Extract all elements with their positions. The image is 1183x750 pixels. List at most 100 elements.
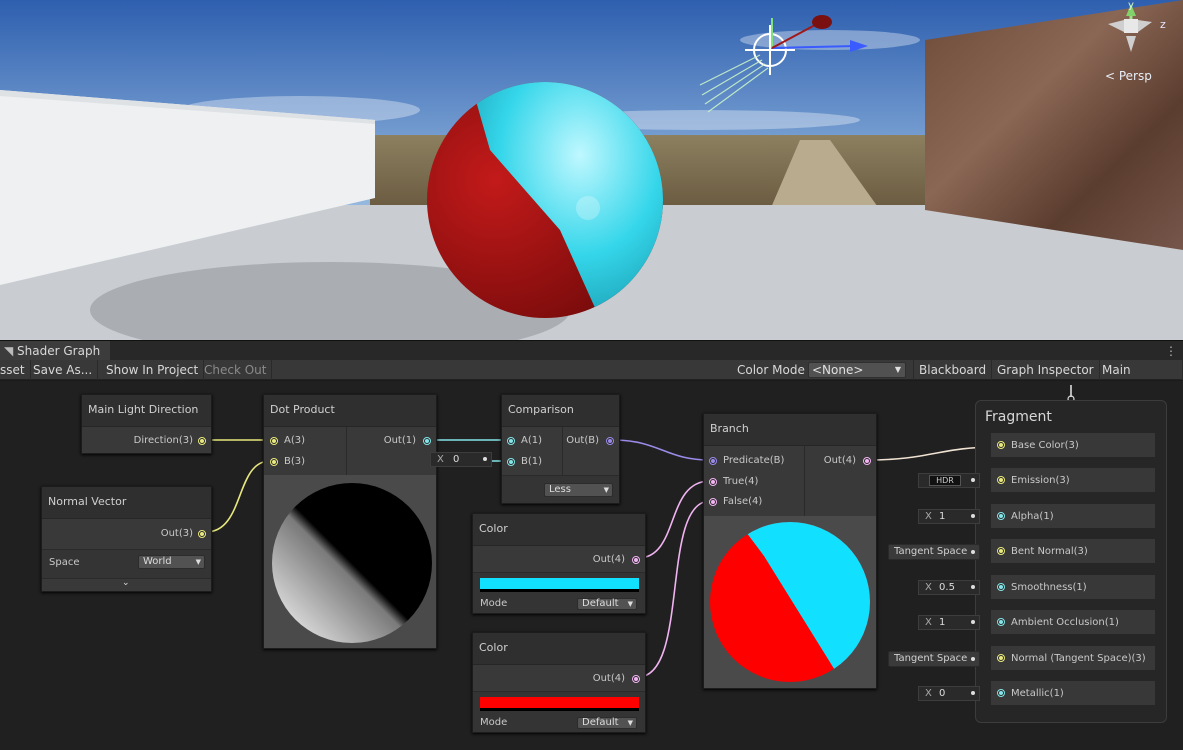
node-title: Normal Vector	[42, 487, 211, 519]
ao-value: 1	[939, 617, 946, 628]
slot-label: Smoothness(1)	[1011, 582, 1087, 593]
scene-view[interactable]: y z < Persp	[0, 0, 1183, 340]
emission-hdr-field[interactable]: HDR	[918, 473, 980, 488]
smoothness-value: 0.5	[939, 582, 955, 593]
color-node-cyan[interactable]: Color Out(4) Mode Default ▼	[472, 513, 646, 614]
dot-b-label: B(3)	[284, 456, 306, 467]
comparison-output-port[interactable]	[606, 437, 614, 445]
perspective-toggle[interactable]: < Persp	[1105, 69, 1152, 83]
main-light-direction-node[interactable]: Main Light Direction Direction(3)	[81, 394, 212, 454]
color-swatch-cyan[interactable]	[480, 578, 639, 592]
branch-output-label: Out(4)	[823, 455, 856, 466]
blackboard-toggle[interactable]: Blackboard	[913, 360, 993, 380]
x-label: X	[925, 688, 932, 699]
normal-tangent-port[interactable]	[997, 654, 1005, 662]
normal-tangent-slot[interactable]: Normal (Tangent Space)(3)	[990, 645, 1156, 671]
check-out-button[interactable]: Check Out	[199, 360, 273, 380]
slot-label: Metallic(1)	[1011, 688, 1064, 699]
dot-a-input-port[interactable]	[270, 437, 278, 445]
node-title: Color	[473, 633, 645, 665]
dot-b-input-port[interactable]	[270, 458, 278, 466]
tab-title: Shader Graph	[17, 344, 101, 358]
smoothness-slot[interactable]: Smoothness(1)	[990, 574, 1156, 600]
normal-output-label: Out(3)	[160, 528, 193, 539]
ambient-occlusion-slot[interactable]: Ambient Occlusion(1)	[990, 609, 1156, 635]
chevron-down-icon: ▼	[894, 365, 901, 374]
bent-normal-space-field[interactable]: Tangent Space	[888, 544, 980, 560]
node-title: Color	[473, 514, 645, 546]
direction-output-port[interactable]	[198, 437, 206, 445]
normal-space-field[interactable]: Tangent Space	[888, 651, 980, 667]
comparison-node[interactable]: Comparison A(1) B(1) Out(B) Less ▼	[501, 394, 620, 504]
alpha-inline-field[interactable]: X 1	[918, 509, 980, 524]
shader-graph-icon: ◥	[4, 344, 18, 358]
chevron-down-icon: ▼	[603, 486, 609, 494]
predicate-input-port[interactable]	[709, 457, 717, 465]
alpha-slot[interactable]: Alpha(1)	[990, 503, 1156, 529]
color-node-red[interactable]: Color Out(4) Mode Default ▼	[472, 632, 646, 733]
bent-normal-slot[interactable]: Bent Normal(3)	[990, 538, 1156, 564]
mode-dropdown[interactable]: Default ▼	[577, 717, 637, 729]
node-title: Comparison	[502, 395, 619, 427]
ambient-occlusion-inline-field[interactable]: X 1	[918, 615, 980, 630]
collapse-chevron-icon[interactable]: ⌄	[122, 578, 130, 588]
alpha-value: 1	[939, 511, 946, 522]
dot-product-node[interactable]: Dot Product A(3) B(3) Out(1)	[263, 394, 437, 649]
operator-value: Less	[549, 484, 571, 495]
metallic-port[interactable]	[997, 689, 1005, 697]
normal-output-port[interactable]	[198, 530, 206, 538]
slot-label: Emission(3)	[1011, 475, 1070, 486]
save-as-button[interactable]: Save As...	[28, 360, 99, 380]
wire-color2-to-false[interactable]	[637, 500, 711, 678]
gizmo-z-label: z	[1160, 18, 1166, 31]
base-color-slot[interactable]: Base Color(3)	[990, 432, 1156, 458]
color-swatch-red[interactable]	[480, 697, 639, 711]
mode-value: Default	[582, 598, 619, 609]
ambient-occlusion-port[interactable]	[997, 618, 1005, 626]
space-dropdown[interactable]: World ▼	[138, 555, 205, 569]
mode-dropdown[interactable]: Default ▼	[577, 598, 637, 610]
chevron-down-icon: ▼	[627, 719, 633, 727]
graph-canvas[interactable]: Main Light Direction Direction(3) Normal…	[0, 381, 1183, 750]
comparison-operator-dropdown[interactable]: Less ▼	[544, 483, 613, 497]
node-title: Branch	[704, 414, 876, 446]
fragment-stack[interactable]: Fragment Base Color(3) Emission(3) Alpha…	[975, 400, 1167, 723]
branch-output-port[interactable]	[863, 457, 871, 465]
alpha-port[interactable]	[997, 512, 1005, 520]
normal-vector-node[interactable]: Normal Vector Out(3) Space World ▼ ⌄	[41, 486, 212, 592]
comparison-b-inline-field[interactable]: X 0	[430, 452, 492, 467]
base-color-port[interactable]	[997, 441, 1005, 449]
false-input-port[interactable]	[709, 498, 717, 506]
wire-color1-to-true[interactable]	[637, 480, 711, 559]
kebab-menu-icon[interactable]: ⋮	[1165, 342, 1177, 360]
slot-label: Alpha(1)	[1011, 511, 1054, 522]
metallic-slot[interactable]: Metallic(1)	[990, 680, 1156, 706]
color-output-port[interactable]	[632, 675, 640, 683]
emission-port[interactable]	[997, 476, 1005, 484]
predicate-label: Predicate(B)	[723, 455, 785, 466]
smoothness-inline-field[interactable]: X 0.5	[918, 580, 980, 595]
graph-inspector-toggle[interactable]: Graph Inspector	[992, 360, 1100, 380]
bent-normal-port[interactable]	[997, 547, 1005, 555]
emission-slot[interactable]: Emission(3)	[990, 467, 1156, 493]
main-preview-toggle[interactable]: Main Preview	[1097, 360, 1183, 397]
wire-normal-to-dot-b[interactable]	[205, 460, 271, 533]
color-mode-value: <None>	[812, 363, 864, 377]
branch-node[interactable]: Branch Predicate(B) True(4) False(4) Out…	[703, 413, 877, 689]
slot-label: Base Color(3)	[1011, 440, 1079, 451]
shader-graph-editor: y z < Persp ◥ Shader Graph ⋮ sset Save A…	[0, 0, 1183, 750]
color-output-port[interactable]	[632, 556, 640, 564]
show-in-project-button[interactable]: Show In Project	[101, 360, 205, 380]
metallic-inline-field[interactable]: X 0	[918, 686, 980, 701]
true-input-port[interactable]	[709, 478, 717, 486]
comparison-b-input-port[interactable]	[507, 458, 515, 466]
comparison-a-input-port[interactable]	[507, 437, 515, 445]
color-output-label: Out(4)	[592, 673, 625, 684]
metallic-value: 0	[939, 688, 946, 699]
save-asset-button[interactable]: sset	[0, 360, 31, 380]
dot-output-port[interactable]	[423, 437, 431, 445]
smoothness-port[interactable]	[997, 583, 1005, 591]
wire-comparison-to-predicate[interactable]	[611, 439, 711, 461]
color-mode-select[interactable]: <None> ▼	[808, 362, 906, 378]
shader-graph-tab[interactable]: ◥ Shader Graph	[0, 341, 111, 361]
